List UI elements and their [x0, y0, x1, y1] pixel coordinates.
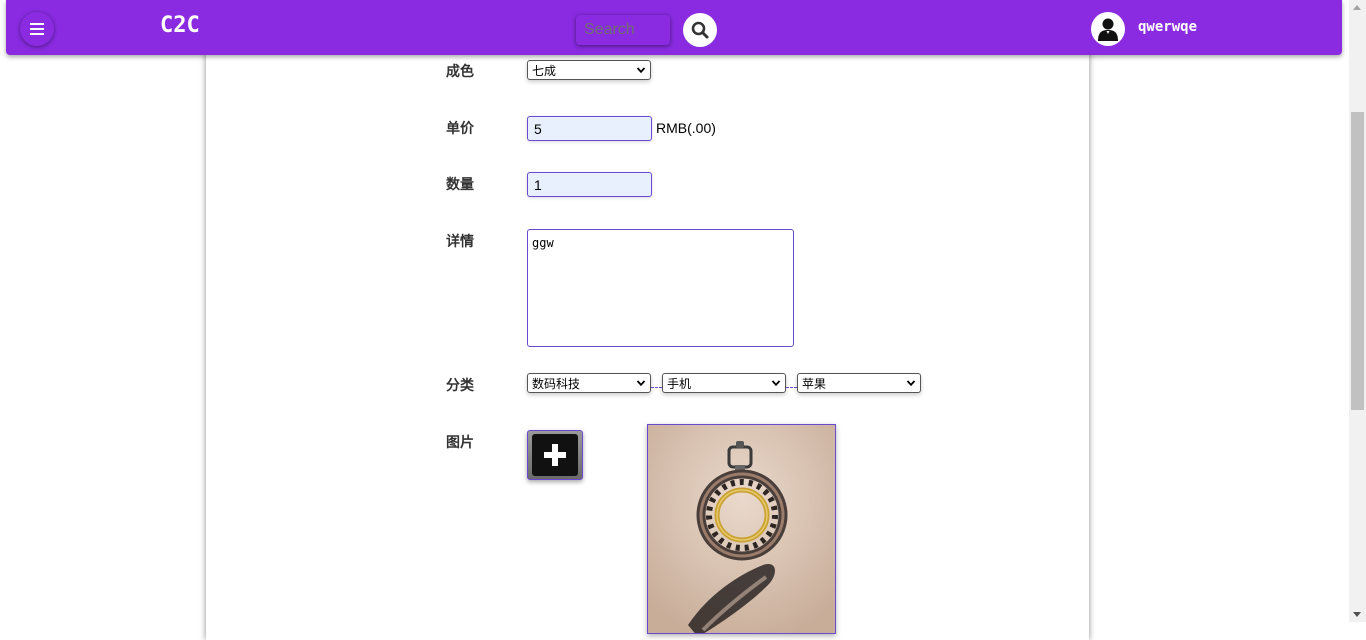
- category-level3-select[interactable]: 苹果: [797, 373, 921, 393]
- scroll-up-arrow-icon[interactable]: [1353, 5, 1361, 10]
- price-input[interactable]: [527, 116, 652, 141]
- search-button[interactable]: [683, 13, 717, 47]
- brand-logo[interactable]: C2C: [160, 13, 200, 38]
- pocket-watch-photo: [648, 425, 835, 633]
- category-connector: [651, 387, 662, 388]
- condition-select-value: 七成: [532, 63, 557, 78]
- category-label: 分类: [446, 378, 474, 394]
- user-icon: [1098, 18, 1118, 41]
- add-image-button[interactable]: [527, 430, 583, 480]
- category-level1-select[interactable]: 数码科技: [527, 373, 651, 393]
- category-connector: [786, 387, 797, 388]
- vertical-scrollbar[interactable]: [1349, 0, 1366, 622]
- scroll-down-arrow-icon[interactable]: [1353, 612, 1361, 617]
- details-label: 详情: [446, 234, 474, 250]
- images-label: 图片: [446, 435, 474, 451]
- category-level2-value: 手机: [667, 376, 692, 391]
- price-unit: RMB(.00): [656, 120, 716, 136]
- category-level1-value: 数码科技: [532, 376, 581, 391]
- top-navbar: C2C qwerwqe: [6, 0, 1342, 55]
- category-level2-select[interactable]: 手机: [662, 373, 786, 393]
- chevron-down-icon: [636, 67, 646, 74]
- chevron-down-icon: [906, 380, 916, 387]
- price-label: 单价: [446, 121, 474, 137]
- product-image-thumbnail[interactable]: [647, 424, 836, 634]
- plus-icon: [544, 444, 566, 466]
- avatar[interactable]: [1091, 12, 1125, 46]
- condition-select[interactable]: 七成: [527, 60, 651, 80]
- quantity-label: 数量: [446, 177, 474, 193]
- details-textarea[interactable]: ggw: [527, 229, 794, 347]
- chevron-down-icon: [636, 380, 646, 387]
- search-icon: [691, 21, 709, 39]
- chevron-down-icon: [771, 380, 781, 387]
- search-input[interactable]: [576, 15, 670, 45]
- menu-icon: [30, 23, 44, 35]
- category-level3-value: 苹果: [802, 376, 827, 391]
- scrollbar-thumb[interactable]: [1351, 112, 1364, 410]
- quantity-input[interactable]: [527, 172, 652, 197]
- username[interactable]: qwerwqe: [1138, 19, 1197, 35]
- condition-label: 成色: [446, 64, 474, 80]
- menu-button[interactable]: [20, 12, 54, 46]
